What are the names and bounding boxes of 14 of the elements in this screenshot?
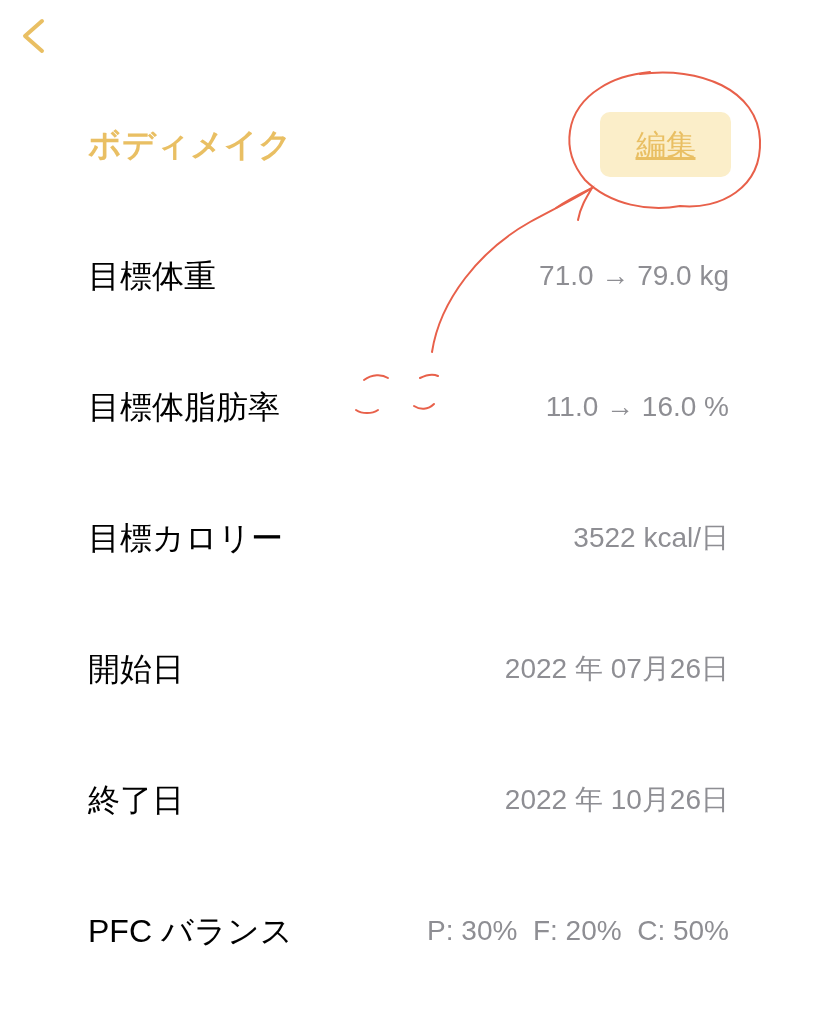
row-label: 開始日 <box>88 649 184 689</box>
row-value: 2022 年 07月26日 <box>504 651 729 686</box>
row-value: 3522 kcal/日 <box>573 520 729 555</box>
section-title: ボディメイク <box>88 124 292 165</box>
row-value: 11.0 → 16.0 % <box>545 389 729 424</box>
edit-button[interactable]: 編集 <box>600 112 731 177</box>
row-value: P: 30% F: 20% C: 50% <box>427 913 729 948</box>
row-value: 2022 年 10月26日 <box>504 782 729 817</box>
row-label: 終了日 <box>88 780 184 820</box>
row-value: 71.0 → 79.0 kg <box>539 258 729 293</box>
row-label: PFC バランス <box>88 911 293 951</box>
row-label: 目標体脂肪率 <box>88 387 280 427</box>
row-label: 目標体重 <box>88 256 216 296</box>
row-label: 目標カロリー <box>88 518 283 558</box>
